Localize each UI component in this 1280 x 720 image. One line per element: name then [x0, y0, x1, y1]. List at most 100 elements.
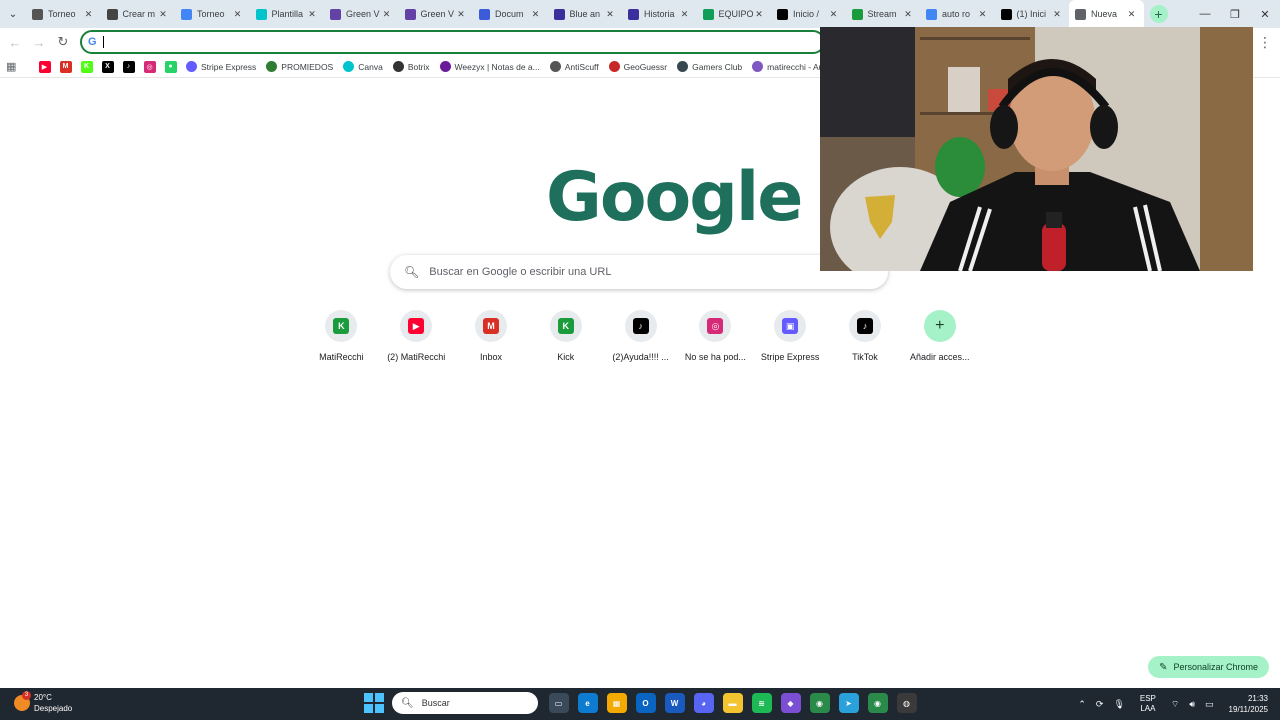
shortcut-tile[interactable]: K Kick — [528, 310, 603, 362]
close-tab-icon[interactable]: ✕ — [679, 9, 691, 20]
new-tab-button[interactable]: + — [1149, 5, 1168, 23]
tab-title: Historia — [644, 9, 675, 19]
tiktok-bookmark-icon[interactable]: ♪ — [122, 60, 135, 73]
reload-icon[interactable]: ↻ — [51, 30, 75, 54]
close-tab-icon[interactable]: ✕ — [977, 9, 989, 20]
shortcut-label: (2)Ayuda!!!! ... — [612, 352, 669, 362]
tab-9[interactable]: EQUIPO ✕ — [697, 0, 772, 28]
address-bar[interactable]: G — [80, 30, 825, 54]
apps-grid-icon[interactable]: ▦ — [6, 60, 24, 73]
sheets-icon — [702, 8, 714, 20]
shortcut-tile[interactable]: ♪ TikTok — [828, 310, 903, 362]
clock[interactable]: 21:33 19/11/2025 — [1229, 693, 1268, 715]
tab-5[interactable]: Green V ✕ — [399, 0, 474, 28]
shortcut-tile[interactable]: M Inbox — [454, 310, 529, 362]
tab-14[interactable]: Nueva ✕ — [1069, 0, 1144, 28]
battery-icon[interactable]: ▭ — [1205, 699, 1214, 710]
tab-title: Docum — [495, 9, 524, 19]
close-tab-icon[interactable]: ✕ — [530, 9, 542, 20]
close-tab-icon[interactable]: ✕ — [604, 9, 616, 20]
weather-widget[interactable]: 3 20°C Despejado — [14, 691, 72, 714]
telegram-app-icon[interactable]: ➤ — [838, 693, 859, 713]
close-tab-icon[interactable]: ✕ — [83, 9, 95, 20]
instagram-bookmark-icon[interactable]: ◎ — [143, 60, 156, 73]
close-tab-icon[interactable]: ✕ — [753, 9, 765, 20]
forward-icon[interactable]: → — [27, 30, 51, 54]
tab-6[interactable]: Docum ✕ — [473, 0, 548, 28]
tab-search-icon[interactable]: ⌄ — [0, 0, 26, 28]
tab-12[interactable]: auto ro ✕ — [920, 0, 995, 28]
shortcut-tile[interactable]: ▶ (2) MatiRecchi — [379, 310, 454, 362]
back-icon[interactable]: ← — [3, 30, 27, 54]
word-app-icon[interactable]: W — [664, 693, 685, 713]
shortcut-tile[interactable]: K MatiRecchi — [304, 310, 379, 362]
system-tray: ⌃ ⟳ 🎙︎ ESP LAA ⌔ 🔊︎ ▭ 21:33 19/11/2025 — [1073, 688, 1280, 720]
language-indicator[interactable]: ESP LAA — [1140, 694, 1156, 714]
x-bookmark-icon[interactable]: X — [101, 60, 114, 73]
bookmark-item[interactable]: Canva — [343, 61, 383, 72]
spotify-app-icon[interactable]: ≋ — [751, 693, 772, 713]
close-tab-icon[interactable]: ✕ — [157, 9, 169, 20]
bookmark-item[interactable]: Stripe Express — [186, 61, 256, 72]
chrome-active-app-icon[interactable]: ◉ — [867, 693, 888, 713]
bookmark-item[interactable]: Weezyx | Notas de a... — [439, 61, 540, 72]
bookmark-item[interactable]: AntiScuff — [549, 61, 599, 72]
close-tab-icon[interactable]: ✕ — [232, 9, 244, 20]
close-tab-icon[interactable]: ✕ — [1051, 9, 1063, 20]
store-app-icon[interactable]: ▦ — [606, 693, 627, 713]
volume-icon[interactable]: 🔊︎ — [1189, 699, 1195, 710]
maximize-icon[interactable]: ❐ — [1220, 0, 1250, 28]
gmail-bookmark-icon[interactable]: M — [59, 60, 72, 73]
discord-app-icon[interactable]: ◕ — [693, 693, 714, 713]
chrome-app-icon[interactable]: ◉ — [809, 693, 830, 713]
tab-0[interactable]: Torneo ✕ — [26, 0, 101, 28]
whatsapp-bookmark-icon[interactable]: ● — [164, 60, 177, 73]
tab-title: auto ro — [942, 9, 971, 19]
bookmark-item[interactable]: GeoGuessr — [608, 61, 667, 72]
chevron-up-icon[interactable]: ⌃ — [1078, 699, 1086, 710]
add-shortcut-button[interactable]: + Añadir acces... — [902, 310, 977, 362]
minimize-icon[interactable]: — — [1190, 0, 1220, 28]
tab-3[interactable]: Plantilla ✕ — [250, 0, 325, 28]
kick-bookmark-icon[interactable]: K — [80, 60, 93, 73]
tab-4[interactable]: Green V ✕ — [324, 0, 399, 28]
shortcut-tile[interactable]: ▣ Stripe Express — [753, 310, 828, 362]
tab-2[interactable]: Torneo ✕ — [175, 0, 250, 28]
tab-10[interactable]: Inicio / ✕ — [771, 0, 846, 28]
youtube-bookmark-icon[interactable]: ▶ — [38, 60, 51, 73]
m365-app-icon[interactable]: ◆ — [780, 693, 801, 713]
taskbar-search[interactable]: 🔍︎ Buscar — [392, 692, 538, 714]
windows-start-icon[interactable] — [364, 693, 384, 713]
shortcut-tile[interactable]: ♪ (2)Ayuda!!!! ... — [603, 310, 678, 362]
bookmark-item[interactable]: Gamers Club — [677, 61, 742, 72]
close-tab-icon[interactable]: ✕ — [1126, 9, 1138, 20]
edge-app-icon[interactable]: e — [577, 693, 598, 713]
shortcut-label: Stripe Express — [760, 352, 820, 362]
bookmark-favicon-icon — [677, 61, 689, 72]
close-window-icon[interactable]: ✕ — [1250, 0, 1280, 28]
tab-13[interactable]: (1) Inici ✕ — [995, 0, 1070, 28]
tab-1[interactable]: Crear m ✕ — [101, 0, 176, 28]
sync-icon[interactable]: ⟳ — [1096, 699, 1104, 710]
task-view-app-icon[interactable]: ▭ — [548, 693, 569, 713]
close-tab-icon[interactable]: ✕ — [381, 9, 393, 20]
close-tab-icon[interactable]: ✕ — [306, 9, 318, 20]
customize-chrome-button[interactable]: ✎ Personalizar Chrome — [1148, 656, 1269, 678]
explorer-app-icon[interactable]: ▬ — [722, 693, 743, 713]
search-box[interactable]: 🔍︎ Buscar en Google o escribir una URL — [390, 255, 888, 289]
obs-app-icon[interactable]: ◍ — [896, 693, 917, 713]
outlook-app-icon[interactable]: O — [635, 693, 656, 713]
close-tab-icon[interactable]: ✕ — [455, 9, 467, 20]
microphone-icon[interactable]: 🎙︎ — [1113, 699, 1124, 710]
close-tab-icon[interactable]: ✕ — [902, 9, 914, 20]
tab-title: (1) Inici — [1016, 9, 1047, 19]
bookmark-item[interactable]: PROMIEDOS — [266, 61, 333, 72]
tab-11[interactable]: Stream ✕ — [846, 0, 921, 28]
tab-7[interactable]: Blue an ✕ — [548, 0, 623, 28]
close-tab-icon[interactable]: ✕ — [828, 9, 840, 20]
shortcut-tile[interactable]: ◎ No se ha pod... — [678, 310, 753, 362]
wifi-icon[interactable]: ⌔ — [1171, 699, 1179, 710]
bookmark-item[interactable]: Botrix — [392, 61, 430, 72]
tab-8[interactable]: Historia ✕ — [622, 0, 697, 28]
more-menu-icon[interactable]: ⋮ — [1258, 34, 1272, 51]
